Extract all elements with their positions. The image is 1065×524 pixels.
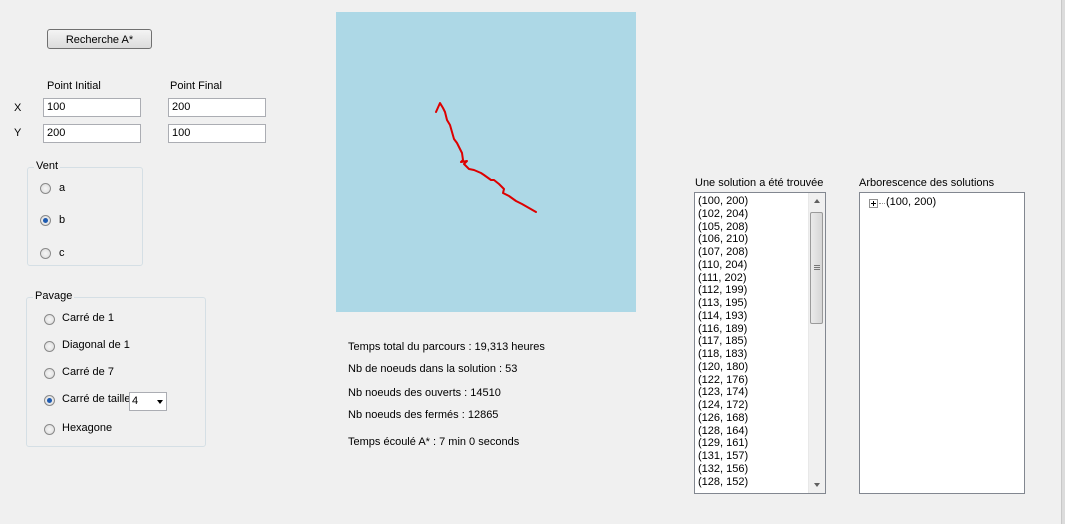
tree-connector [879, 203, 885, 204]
solution-tree[interactable]: (100, 200) [859, 192, 1025, 494]
search-astar-button[interactable]: Recherche A* [47, 29, 152, 49]
list-item[interactable]: (112, 199) [698, 284, 748, 297]
list-item[interactable]: (117, 185) [698, 335, 748, 348]
tree-title: Arborescence des solutions [859, 177, 995, 189]
initial-point-label: Point Initial [47, 80, 101, 92]
total-time-text: Temps total du parcours : 19,313 heures [348, 341, 545, 353]
pavage-carre-7-label: Carré de 7 [62, 366, 114, 378]
list-item[interactable]: (128, 152) [698, 476, 748, 489]
pavage-hexagone-radio[interactable] [44, 424, 55, 435]
list-item[interactable]: (113, 195) [698, 297, 748, 310]
vent-b-label: b [59, 214, 66, 226]
list-item[interactable]: (110, 204) [698, 259, 748, 272]
scroll-up-icon[interactable] [809, 193, 825, 209]
list-item[interactable]: (120, 180) [698, 361, 748, 374]
vent-group: Vent a b c [27, 160, 143, 266]
list-item[interactable]: (102, 204) [698, 208, 748, 221]
pavage-carre-1-label: Carré de 1 [62, 312, 114, 324]
elapsed-time-text: Temps écoulé A* : 7 min 0 seconds [348, 436, 520, 448]
initial-y-input[interactable]: 200 [43, 124, 141, 143]
list-item[interactable]: (123, 174) [698, 386, 748, 399]
vent-a-label: a [59, 182, 66, 194]
expand-plus-icon[interactable] [869, 199, 878, 208]
list-item[interactable]: (129, 161) [698, 437, 748, 450]
pavage-hexagone-label: Hexagone [62, 422, 113, 434]
path-drawing [435, 102, 537, 213]
pavage-carre-taille-label: Carré de taille [62, 393, 131, 405]
final-x-input[interactable]: 200 [168, 98, 266, 117]
list-item[interactable]: (128, 164) [698, 425, 748, 438]
tile-size-select[interactable]: 4 [129, 392, 167, 411]
pavage-group: Pavage Carré de 1 Diagonal de 1 Carré de… [26, 290, 206, 447]
solution-items: (100, 200) (102, 204) (105, 208) (106, 210)… [698, 195, 748, 488]
solution-path [435, 102, 537, 213]
y-label: Y [14, 127, 22, 139]
final-point-label: Point Final [170, 80, 222, 92]
scroll-down-icon[interactable] [809, 477, 825, 493]
vent-c-radio[interactable] [40, 248, 51, 259]
list-item[interactable]: (116, 189) [698, 323, 748, 336]
map-canvas [336, 12, 636, 312]
solution-list-title: Une solution a été trouvée [695, 177, 824, 189]
list-item[interactable]: (106, 210) [698, 233, 748, 246]
list-item[interactable]: (100, 200) [698, 195, 748, 208]
solution-scrollbar[interactable] [808, 193, 825, 493]
vent-c-label: c [59, 247, 65, 259]
list-item[interactable]: (107, 208) [698, 246, 748, 259]
solution-listbox[interactable]: (100, 200) (102, 204) (105, 208) (106, 210)… [694, 192, 826, 494]
pavage-diagonal-1-label: Diagonal de 1 [62, 339, 130, 351]
pavage-diagonal-1-radio[interactable] [44, 341, 55, 352]
list-item[interactable]: (131, 157) [698, 450, 748, 463]
pavage-carre-1-radio[interactable] [44, 314, 55, 325]
final-y-input[interactable]: 100 [168, 124, 266, 143]
pavage-carre-7-radio[interactable] [44, 368, 55, 379]
chevron-down-icon[interactable] [157, 400, 163, 404]
window-edge [1061, 0, 1065, 524]
pavage-group-title: Pavage [33, 290, 75, 302]
tile-size-value: 4 [132, 395, 139, 407]
list-item[interactable]: (114, 193) [698, 310, 748, 323]
initial-x-input[interactable]: 100 [43, 98, 141, 117]
list-item[interactable]: (111, 202) [698, 272, 748, 285]
list-item[interactable]: (105, 208) [698, 221, 748, 234]
list-item[interactable]: (126, 168) [698, 412, 748, 425]
list-item[interactable]: (118, 183) [698, 348, 748, 361]
scroll-thumb[interactable] [810, 212, 823, 324]
nodes-closed-text: Nb noeuds des fermés : 12865 [348, 409, 499, 421]
vent-a-radio[interactable] [40, 183, 51, 194]
nodes-solution-text: Nb de noeuds dans la solution : 53 [348, 363, 518, 375]
nodes-open-text: Nb noeuds des ouverts : 14510 [348, 387, 501, 399]
x-label: X [14, 102, 22, 114]
list-item[interactable]: (122, 176) [698, 374, 748, 387]
pavage-carre-taille-radio[interactable] [44, 395, 55, 406]
tree-root-node[interactable]: (100, 200) [886, 196, 936, 208]
list-item[interactable]: (132, 156) [698, 463, 748, 476]
list-item[interactable]: (124, 172) [698, 399, 748, 412]
vent-group-title: Vent [34, 160, 61, 172]
vent-b-radio[interactable] [40, 215, 51, 226]
